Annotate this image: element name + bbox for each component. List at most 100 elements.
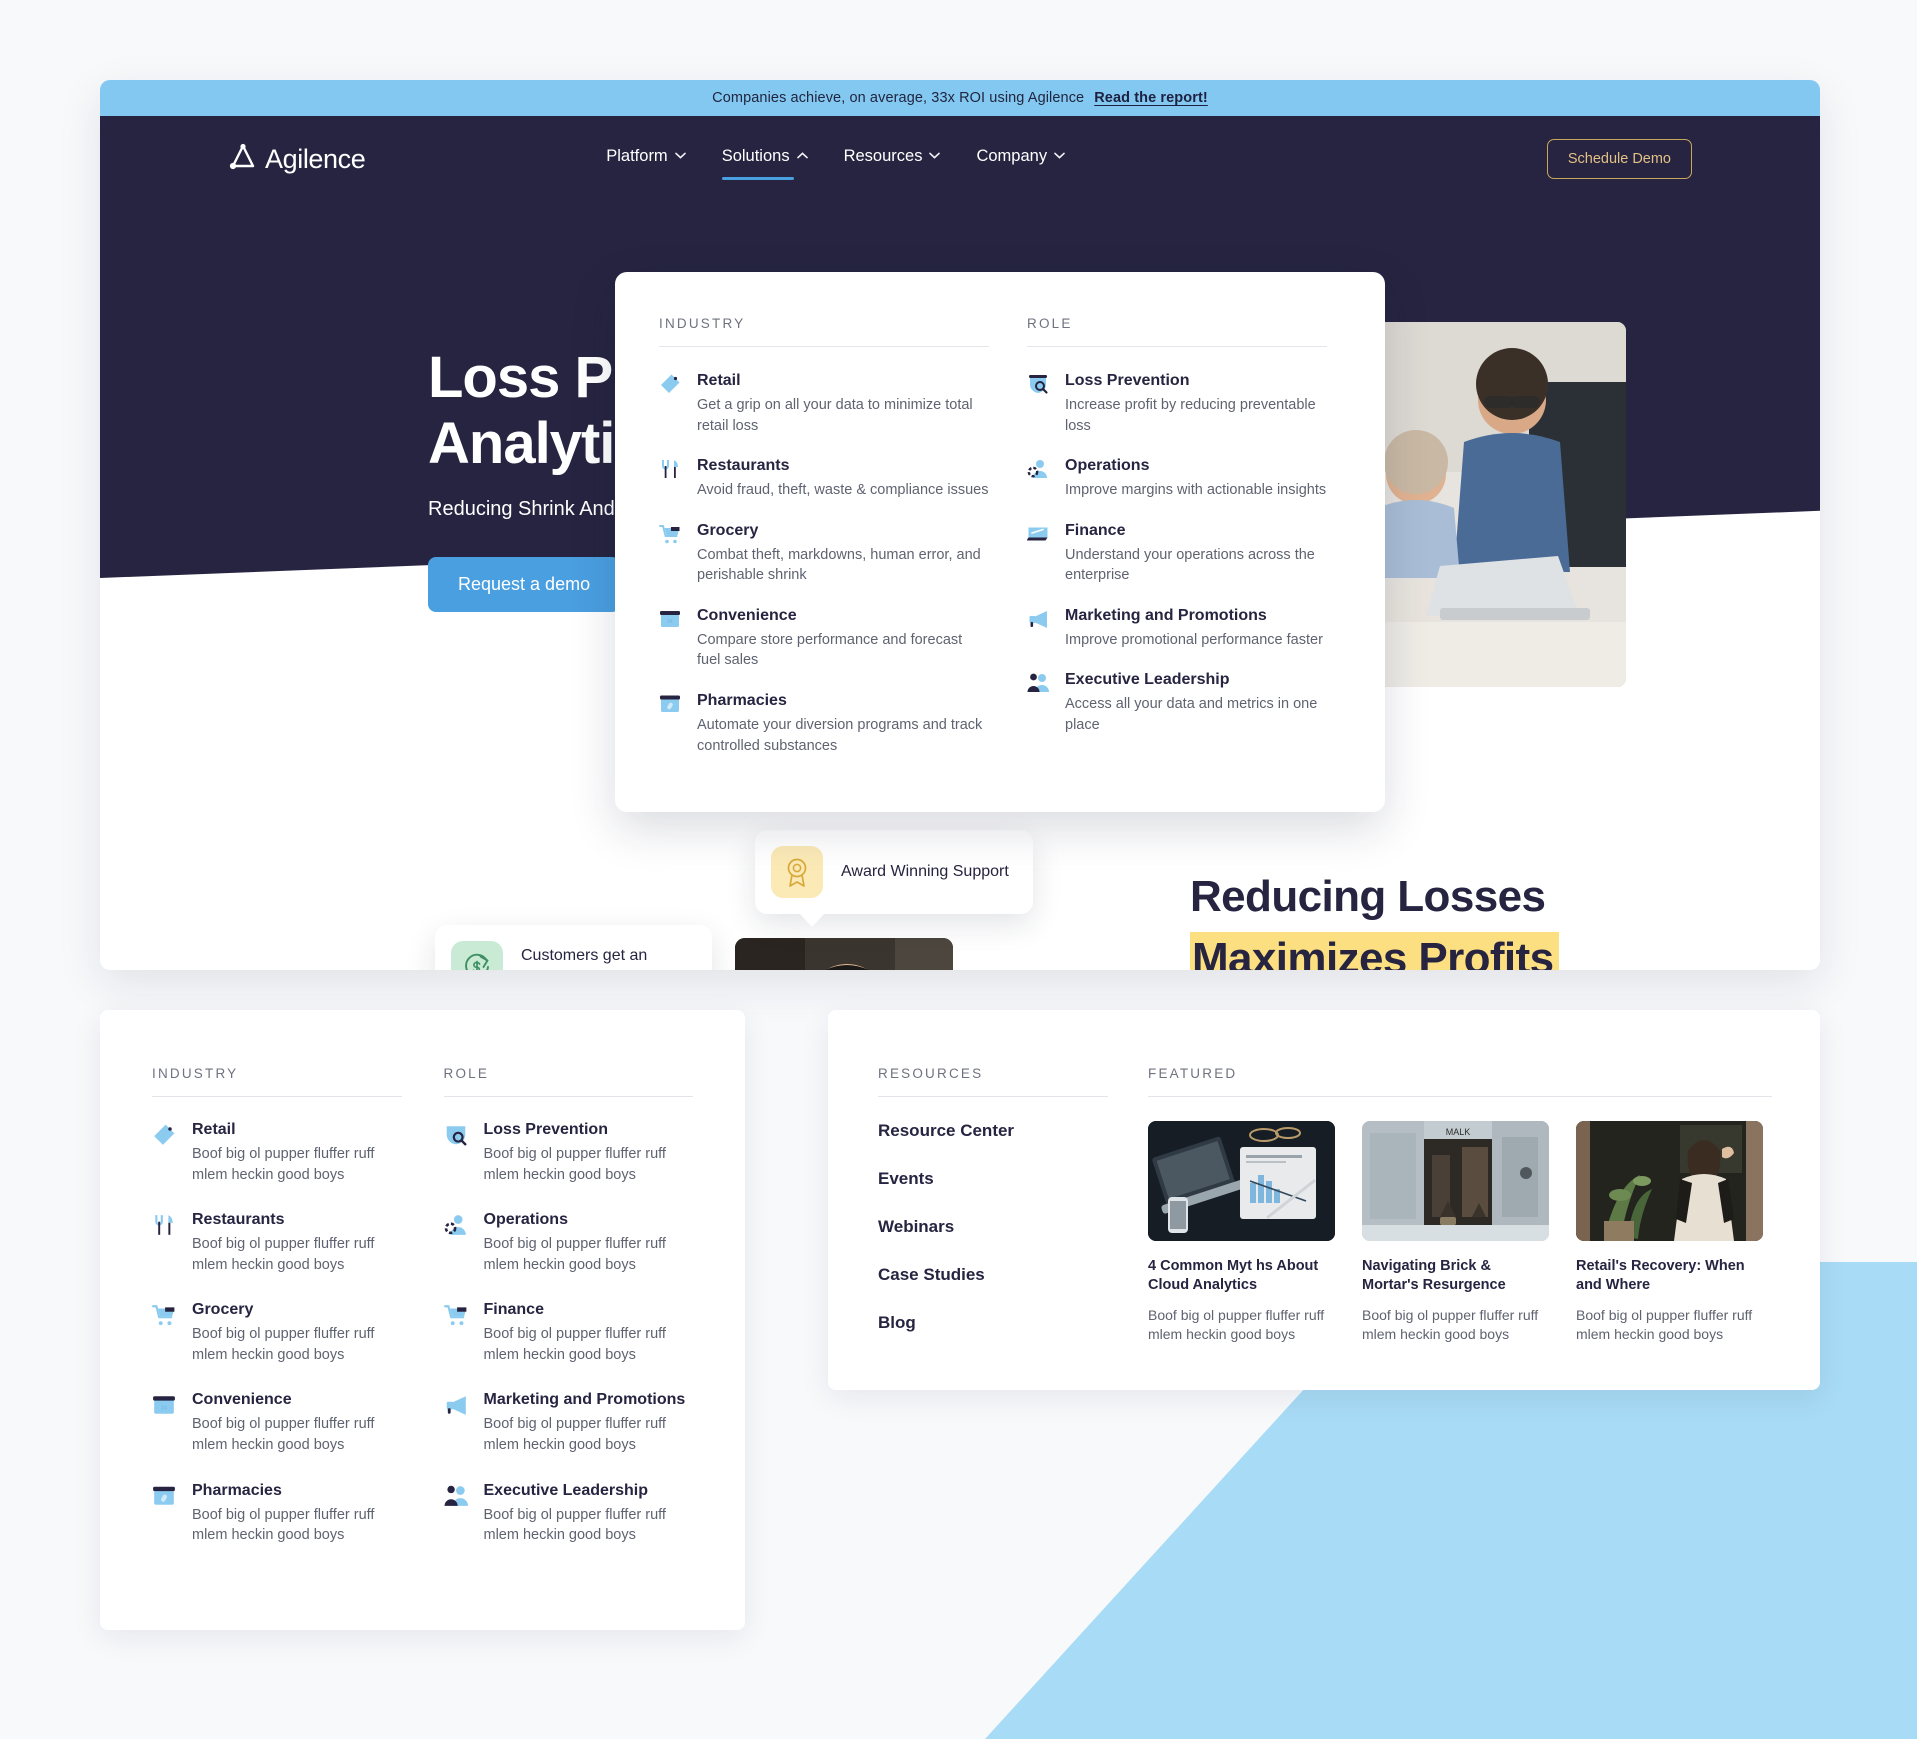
shopping-cart-icon <box>443 1301 470 1365</box>
menu-item-title: Pharmacies <box>697 692 787 710</box>
resource-link-resource-center[interactable]: Resource Center <box>878 1121 1108 1141</box>
featured-card-title: Navigating Brick & Mortar's Resurgence <box>1362 1258 1506 1294</box>
page-root: Companies achieve, on average, 33x ROI u… <box>0 0 1917 1739</box>
menu-item-grocery[interactable]: Grocery Combat theft, markdowns, human e… <box>659 521 989 586</box>
panel-item-title: Pharmacies <box>192 1481 282 1499</box>
featured-heading: FEATURED <box>1148 1066 1772 1097</box>
menu-item-desc: Automate your diversion programs and tra… <box>697 717 983 754</box>
nav-label: Platform <box>606 146 668 165</box>
panel-item-restaurants[interactable]: Restaurants Boof big ol pupper fluffer r… <box>152 1211 402 1275</box>
menu-item-loss-prevention[interactable]: Loss Prevention Increase profit by reduc… <box>1027 371 1327 436</box>
pharmacy-icon <box>659 691 683 756</box>
panel-item-loss-prevention[interactable]: Loss Prevention Boof big ol pupper fluff… <box>444 1121 694 1185</box>
featured-grid: 4 Common Myt hs About Cloud Analytics Bo… <box>1148 1121 1772 1345</box>
menu-item-convenience[interactable]: 24 Convenience Compare store performance… <box>659 606 989 671</box>
schedule-demo-button[interactable]: Schedule Demo <box>1546 139 1692 179</box>
featured-card-title: Retail's Recovery: When and Where <box>1576 1258 1745 1294</box>
panel-item-title: Loss Prevention <box>483 1121 608 1138</box>
panel-item-desc: Boof big ol pupper fluffer ruff mlem hec… <box>483 1416 666 1454</box>
menu-item-title: Loss Prevention <box>1065 372 1190 389</box>
shield-search-icon <box>1027 371 1051 436</box>
menu-item-desc: Understand your operations across the en… <box>1065 546 1315 584</box>
resource-link-blog[interactable]: Blog <box>878 1313 1108 1333</box>
panel-item-desc: Boof big ol pupper fluffer ruff mlem hec… <box>483 1326 666 1363</box>
panel-item-desc: Boof big ol pupper fluffer ruff mlem hec… <box>192 1236 375 1273</box>
nav-label: Resources <box>843 146 923 165</box>
person-gear-icon <box>444 1211 470 1275</box>
featured-card-cloud-analytics[interactable]: 4 Common Myt hs About Cloud Analytics Bo… <box>1148 1121 1335 1345</box>
menu-item-desc: Access all your data and metrics in one … <box>1065 696 1318 734</box>
mega-menu-role-column: ROLE Loss Prevention Increase profit by … <box>1027 316 1327 812</box>
nav-item-solutions[interactable]: Solutions <box>721 146 808 180</box>
person-gear-icon <box>1027 456 1051 501</box>
menu-item-retail[interactable]: Retail Get a grip on all your data to mi… <box>659 371 989 436</box>
menu-item-pharmacies[interactable]: Pharmacies Automate your diversion progr… <box>659 691 989 756</box>
nav-item-platform[interactable]: Platform <box>606 146 686 172</box>
store-icon: 24 <box>659 606 683 671</box>
reducing-losses-section: Reducing Losses Maximizes Profits All Lo… <box>1190 872 1710 970</box>
award-medal-icon <box>771 846 823 898</box>
support-agent-photo <box>735 938 953 970</box>
roi-card-line2: average of 3,318% ROI <box>521 967 688 970</box>
panel-item-desc: Boof big ol pupper fluffer ruff mlem hec… <box>192 1326 375 1363</box>
announcement-text: Companies achieve, on average, 33x ROI u… <box>712 90 1085 106</box>
reducing-headline-line2-highlighted: Maximizes Profits <box>1190 932 1560 970</box>
shield-search-icon <box>444 1121 470 1185</box>
featured-card-retails-recovery[interactable]: Retail's Recovery: When and Where Boof b… <box>1576 1121 1763 1345</box>
panel-item-title: Operations <box>483 1211 568 1229</box>
panel-item-title: Grocery <box>192 1301 254 1319</box>
menu-item-executive-leadership[interactable]: Executive Leadership Access all your dat… <box>1027 670 1327 735</box>
award-winning-support-card: Award Winning Support <box>755 830 1033 927</box>
menu-item-desc: Increase profit by reducing preventable … <box>1065 397 1316 434</box>
menu-item-title: Convenience <box>697 606 797 624</box>
panel-item-executive-leadership[interactable]: Executive Leadership Boof big ol pupper … <box>444 1482 694 1546</box>
panel-item-convenience[interactable]: 24 Convenience Boof big ol pupper fluffe… <box>152 1391 402 1455</box>
nav-item-resources[interactable]: Resources <box>844 147 941 172</box>
megaphone-icon <box>1027 606 1051 651</box>
request-a-demo-button[interactable]: Request a demo <box>428 557 621 613</box>
menu-item-title: Finance <box>1065 521 1126 539</box>
svg-text:24: 24 <box>667 619 673 625</box>
card-icon <box>1027 521 1051 586</box>
resource-link-case-studies[interactable]: Case Studies <box>878 1265 1108 1285</box>
menu-item-title: Executive Leadership <box>1065 671 1230 689</box>
panel-item-finance[interactable]: Finance Boof big ol pupper fluffer ruff … <box>443 1301 694 1365</box>
roi-card-line1: Customers get an <box>521 946 648 964</box>
featured-card-title: 4 Common Myt hs About Cloud Analytics <box>1148 1258 1319 1294</box>
panel-item-retail[interactable]: Retail Boof big ol pupper fluffer ruff m… <box>152 1121 402 1185</box>
menu-item-marketing-and-promotions[interactable]: Marketing and Promotions Improve promoti… <box>1027 606 1327 651</box>
panel-item-title: Convenience <box>192 1391 292 1409</box>
menu-item-operations[interactable]: Operations Improve margins with actionab… <box>1027 456 1327 501</box>
resource-link-events[interactable]: Events <box>878 1169 1108 1189</box>
announcement-bar: Companies achieve, on average, 33x ROI u… <box>100 80 1820 116</box>
menu-item-finance[interactable]: Finance Understand your operations acros… <box>1027 521 1327 586</box>
menu-item-restaurants[interactable]: Restaurants Avoid fraud, theft, waste & … <box>659 456 989 501</box>
brand-name: Agilence <box>265 143 366 174</box>
menu-item-title: Marketing and Promotions <box>1065 606 1267 624</box>
panel-role-column: ROLE Loss Prevention Boof big ol pupper … <box>443 1066 694 1630</box>
resources-heading: RESOURCES <box>878 1066 1108 1097</box>
pharmacy-icon <box>152 1482 178 1546</box>
panel-item-grocery[interactable]: Grocery Boof big ol pupper fluffer ruff … <box>152 1301 402 1365</box>
shopping-cart-icon <box>659 521 683 586</box>
megaphone-icon <box>444 1391 470 1455</box>
panel-item-marketing-and-promotions[interactable]: Marketing and Promotions Boof big ol pup… <box>444 1391 694 1455</box>
panel-item-pharmacies[interactable]: Pharmacies Boof big ol pupper fluffer ru… <box>152 1482 402 1546</box>
featured-card-brick-and-mortar[interactable]: MALK Navigating Brick & Mortar's Resurge… <box>1362 1121 1549 1345</box>
resource-link-webinars[interactable]: Webinars <box>878 1217 1108 1237</box>
people-icon <box>444 1482 470 1546</box>
nav-label: Solutions <box>721 146 790 165</box>
svg-text:24: 24 <box>161 1406 167 1412</box>
panel-item-title: Restaurants <box>192 1211 285 1229</box>
tag-icon <box>659 371 683 436</box>
chevron-down-icon <box>674 150 686 162</box>
panel-item-title: Finance <box>483 1301 544 1319</box>
menu-item-desc: Compare store performance and forecast f… <box>697 631 963 669</box>
menu-item-title: Retail <box>697 372 741 389</box>
brand-logo[interactable]: Agilence <box>228 142 366 177</box>
panel-item-operations[interactable]: Operations Boof big ol pupper fluffer ru… <box>444 1211 694 1275</box>
nav-item-company[interactable]: Company <box>976 147 1065 172</box>
menu-item-desc: Improve promotional performance faster <box>1065 631 1323 648</box>
read-the-report-link[interactable]: Read the report! <box>1094 90 1208 106</box>
tag-icon <box>152 1121 178 1185</box>
